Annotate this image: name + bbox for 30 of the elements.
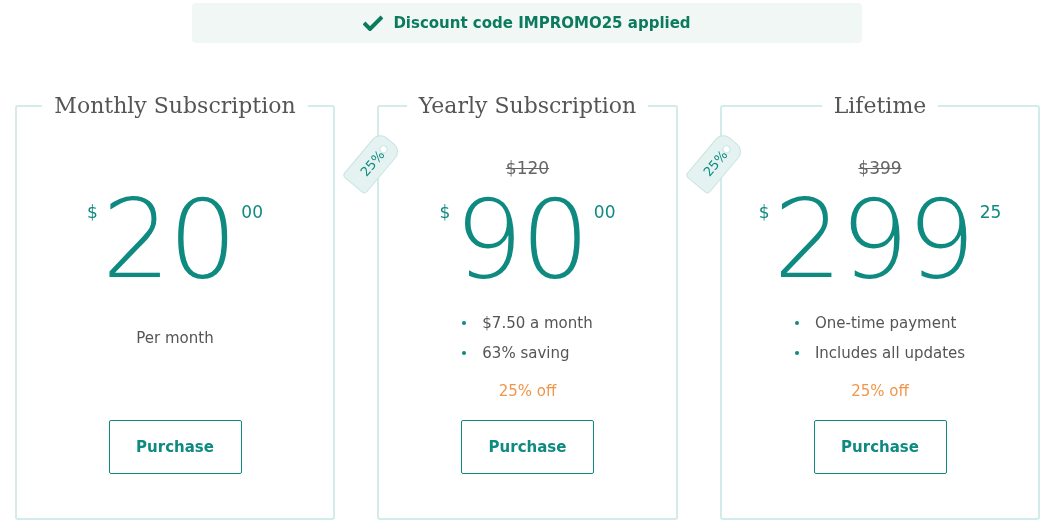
price-cents: 00	[241, 202, 263, 222]
discount-label: 25% off	[851, 382, 909, 400]
original-price: $120	[505, 158, 550, 178]
price-cents: 00	[593, 202, 616, 222]
banner-text: Discount code IMPROMO25 applied	[393, 14, 691, 32]
billing-note: Per month	[136, 329, 214, 347]
plan-title: Lifetime	[832, 93, 928, 118]
check-icon	[363, 15, 384, 31]
purchase-button[interactable]: Purchase	[813, 420, 947, 474]
price-amount: 90	[454, 186, 588, 294]
bullet-icon	[794, 321, 799, 325]
bullet-icon	[462, 351, 467, 355]
original-price: $399	[858, 158, 902, 178]
feature-text: One-time payment	[814, 314, 957, 332]
plan-title: Monthly Subscription	[53, 93, 297, 118]
bullet-icon	[794, 351, 799, 355]
currency-sign: $	[439, 202, 451, 222]
feature-text: Includes all updates	[814, 344, 966, 362]
price-amount: 20	[101, 186, 236, 294]
price-cents: 25	[979, 202, 1002, 222]
purchase-button[interactable]: Purchase	[461, 420, 594, 474]
feature-text: 63% saving	[482, 344, 570, 362]
bullet-icon	[462, 321, 467, 325]
discount-label: 25% off	[498, 382, 557, 400]
price-amount: 299	[773, 186, 974, 294]
currency-sign: $	[87, 202, 98, 222]
plan-title: Yearly Subscription	[417, 93, 638, 118]
feature-text: $7.50 a month	[482, 314, 593, 332]
purchase-button[interactable]: Purchase	[108, 420, 242, 474]
currency-sign: $	[758, 202, 770, 222]
